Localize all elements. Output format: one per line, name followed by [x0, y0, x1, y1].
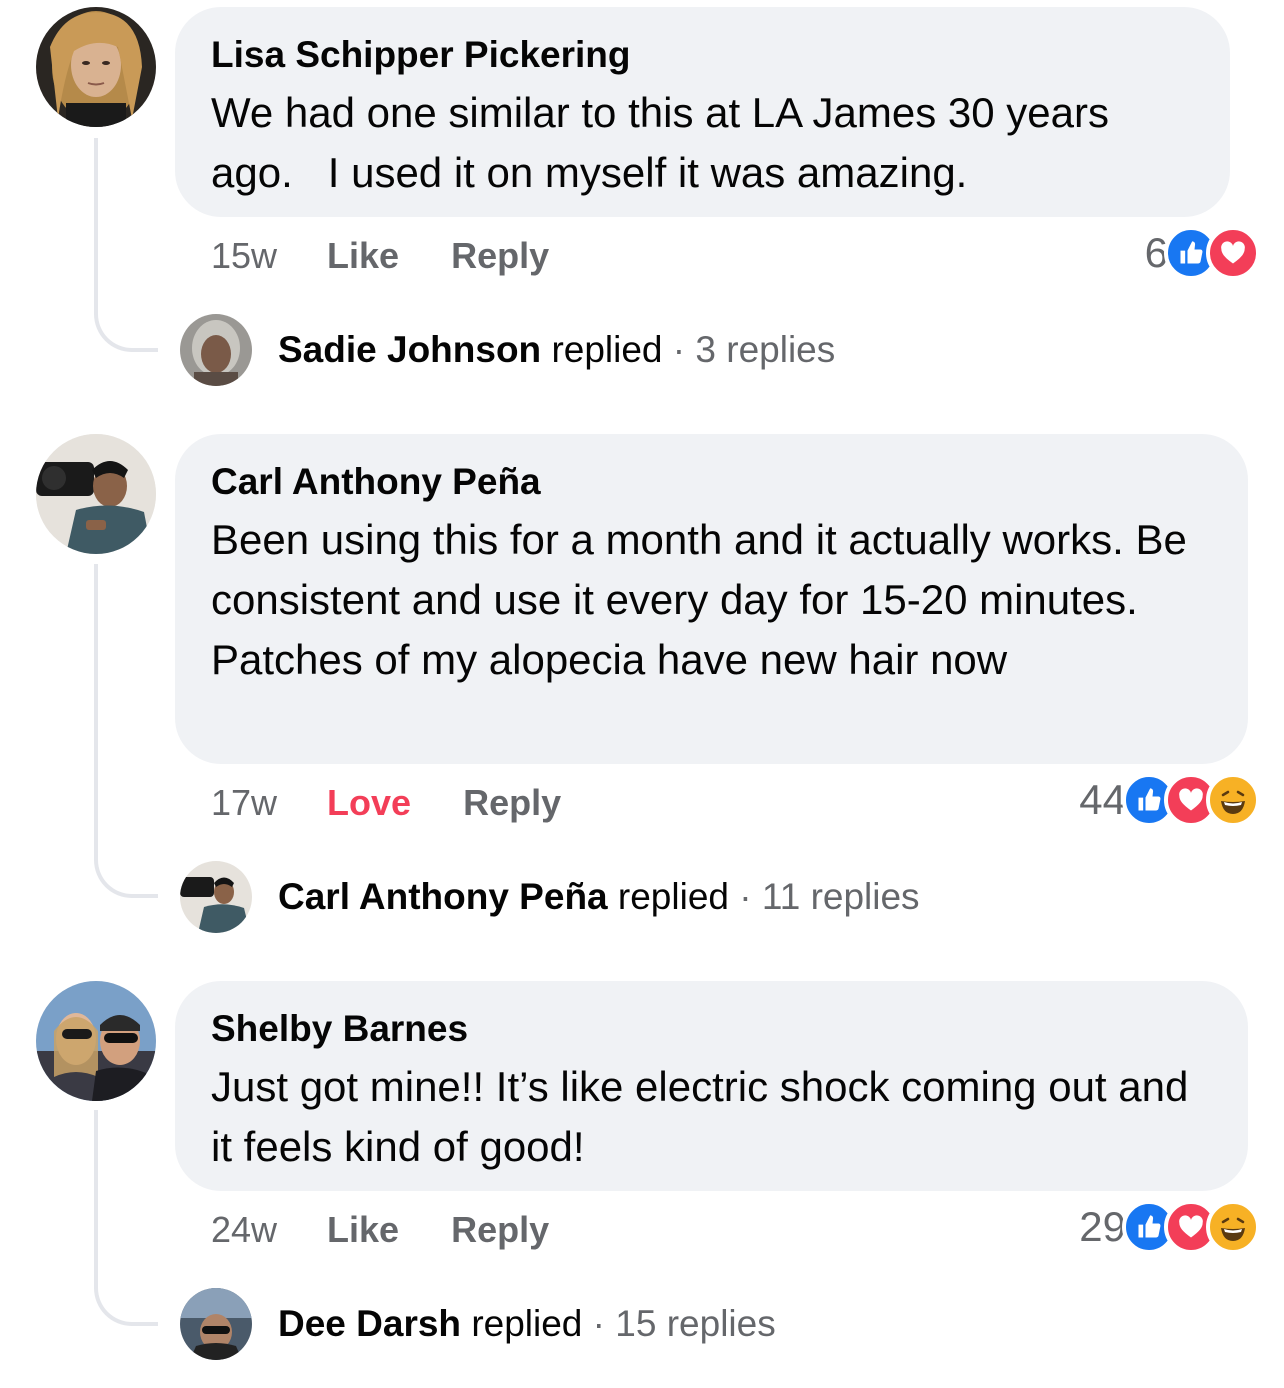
comment-author[interactable]: Carl Anthony Peña — [211, 460, 1212, 504]
reply-author: Sadie Johnson — [278, 329, 542, 370]
comment-actions: 17w Love Reply — [211, 781, 613, 825]
replied-word: replied — [617, 876, 729, 917]
reaction-summary[interactable]: 6 — [1145, 226, 1260, 280]
reply-button[interactable]: Reply — [451, 234, 549, 278]
reply-author: Dee Darsh — [278, 1303, 462, 1344]
reaction-summary[interactable]: 29 — [1079, 1200, 1260, 1254]
comment-timestamp[interactable]: 17w — [211, 781, 277, 825]
replies-link[interactable]: Dee Darsh replied · 15 replies — [278, 1302, 776, 1346]
comment-bubble: Shelby Barnes Just got mine!! It’s like … — [175, 981, 1248, 1191]
separator-dot: · — [739, 876, 752, 917]
comment-author[interactable]: Shelby Barnes — [211, 1007, 1212, 1051]
thread-connector — [94, 1110, 158, 1326]
like-button[interactable]: Like — [327, 234, 399, 278]
replies-count: 15 replies — [615, 1303, 776, 1344]
reply-author: Carl Anthony Peña — [278, 876, 608, 917]
avatar[interactable] — [36, 7, 156, 127]
separator-dot: · — [592, 1303, 605, 1344]
comment-text: Been using this for a month and it actua… — [211, 516, 1187, 683]
love-button[interactable]: Love — [327, 781, 411, 825]
replied-word: replied — [551, 329, 663, 370]
replies-link[interactable]: Carl Anthony Peña replied · 11 replies — [278, 875, 920, 919]
comment-actions: 24w Like Reply — [211, 1208, 601, 1252]
haha-icon — [1206, 1200, 1260, 1254]
like-button[interactable]: Like — [327, 1208, 399, 1252]
reply-avatar[interactable] — [180, 861, 252, 933]
replies-link[interactable]: Sadie Johnson replied · 3 replies — [278, 328, 835, 372]
comment-author[interactable]: Lisa Schipper Pickering — [211, 33, 1194, 77]
comment-bubble: Carl Anthony Peña Been using this for a … — [175, 434, 1248, 764]
avatar[interactable] — [36, 981, 156, 1101]
avatar[interactable] — [36, 434, 156, 554]
comment-bubble: Lisa Schipper Pickering We had one simil… — [175, 7, 1230, 217]
reply-button[interactable]: Reply — [463, 781, 561, 825]
haha-icon — [1206, 773, 1260, 827]
separator-dot: · — [672, 329, 686, 370]
reaction-count: 44 — [1079, 776, 1126, 823]
replied-word: replied — [471, 1303, 583, 1344]
reply-avatar[interactable] — [180, 314, 252, 386]
comment-text: Just got mine!! It’s like electric shock… — [211, 1063, 1189, 1170]
love-icon — [1206, 226, 1260, 280]
reply-button[interactable]: Reply — [451, 1208, 549, 1252]
comment-timestamp[interactable]: 24w — [211, 1208, 277, 1252]
thread-connector — [94, 138, 158, 352]
reaction-summary[interactable]: 44 — [1079, 773, 1260, 827]
comment-timestamp[interactable]: 15w — [211, 234, 277, 278]
reaction-count: 29 — [1079, 1203, 1126, 1250]
replies-count: 11 replies — [761, 876, 920, 917]
comment-text: We had one similar to this at LA James 3… — [211, 89, 1121, 196]
replies-count: 3 replies — [695, 329, 836, 370]
comment-actions: 15w Like Reply — [211, 234, 601, 278]
thread-connector — [94, 564, 158, 898]
reply-avatar[interactable] — [180, 1288, 252, 1360]
